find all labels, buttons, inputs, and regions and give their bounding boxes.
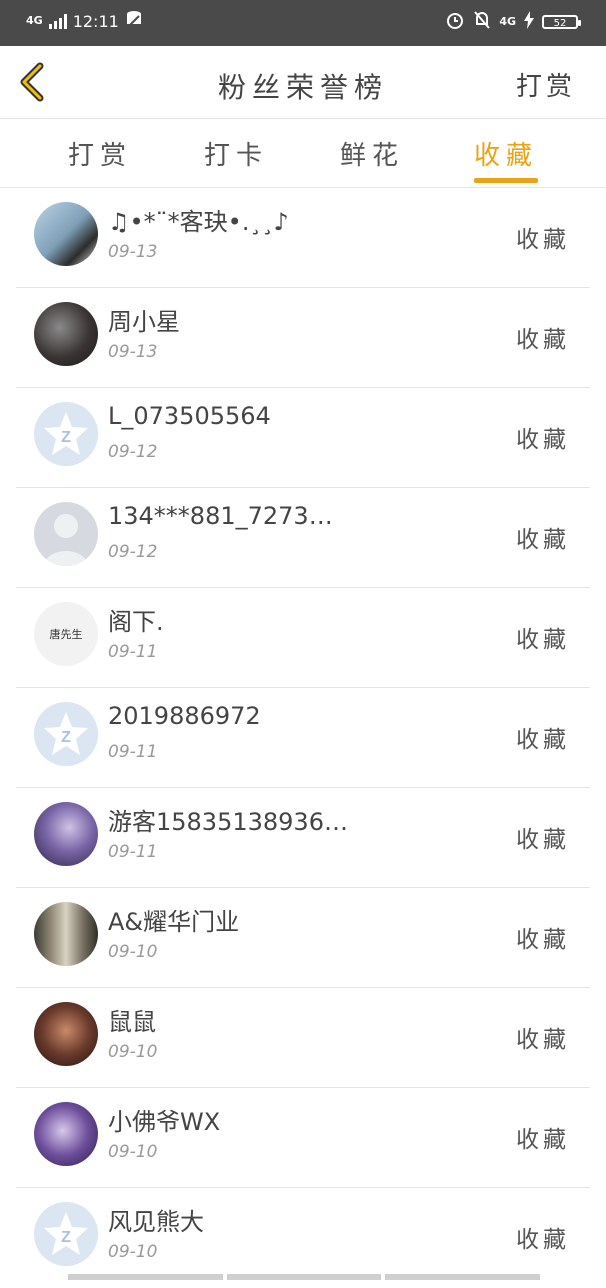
avatar bbox=[34, 502, 98, 566]
reward-button[interactable]: 打赏 bbox=[516, 66, 576, 103]
list-date: 09-10 bbox=[108, 1142, 158, 1162]
tab-checkin[interactable]: 打卡 bbox=[186, 135, 286, 172]
mute-bell-icon bbox=[473, 10, 491, 34]
action-label: 收藏 bbox=[516, 727, 570, 753]
action-label: 收藏 bbox=[516, 827, 570, 853]
list-date: 09-11 bbox=[108, 842, 158, 862]
person-icon bbox=[44, 514, 88, 566]
battery-icon: 52 bbox=[542, 15, 581, 29]
user-name: 游客15835138936… bbox=[108, 808, 348, 836]
list-item[interactable]: 游客15835138936… 09-11 收藏 bbox=[16, 788, 590, 888]
list-date: 09-11 bbox=[108, 642, 158, 662]
list-item[interactable]: 鼠鼠 09-10 收藏 bbox=[16, 988, 590, 1088]
action-label: 收藏 bbox=[516, 927, 570, 953]
avatar bbox=[34, 1002, 98, 1066]
action-label: 收藏 bbox=[516, 327, 570, 353]
avatar bbox=[34, 302, 98, 366]
action-label: 收藏 bbox=[516, 1227, 570, 1253]
signal-icon bbox=[48, 13, 67, 29]
avatar: Z bbox=[34, 702, 98, 766]
user-name: 阁下. bbox=[108, 608, 164, 636]
avatar bbox=[34, 202, 98, 266]
svg-text:Z: Z bbox=[61, 729, 71, 746]
avatar-text: 唐先生 bbox=[49, 628, 83, 641]
action-label: 收藏 bbox=[516, 427, 570, 453]
qq-star-icon: Z bbox=[44, 412, 88, 455]
bottom-edge-strip bbox=[68, 1274, 541, 1280]
avatar: Z bbox=[34, 1202, 98, 1266]
tab-bar: 打赏 打卡 鲜花 收藏 bbox=[0, 118, 606, 188]
user-name: 小佛爷WX bbox=[108, 1108, 221, 1136]
svg-text:Z: Z bbox=[61, 1229, 71, 1246]
avatar: 唐先生 bbox=[34, 602, 98, 666]
avatar bbox=[34, 902, 98, 966]
svg-text:Z: Z bbox=[61, 429, 71, 446]
user-name: L_073505564 bbox=[108, 402, 271, 430]
action-label: 收藏 bbox=[516, 1127, 570, 1153]
user-name: A&耀华门业 bbox=[108, 908, 240, 936]
list-date: 09-12 bbox=[108, 542, 158, 562]
list-date: 09-11 bbox=[108, 742, 158, 762]
tab-flowers[interactable]: 鲜花 bbox=[322, 135, 422, 172]
tab-reward[interactable]: 打赏 bbox=[50, 135, 150, 172]
user-name: 风见熊大 bbox=[108, 1208, 204, 1236]
avatar: Z bbox=[34, 402, 98, 466]
avatar bbox=[34, 1102, 98, 1166]
list-item[interactable]: 134***881_7273… 09-12 收藏 bbox=[16, 488, 590, 588]
status-bar: 4G 12:11 4G 52 bbox=[0, 0, 606, 46]
action-label: 收藏 bbox=[516, 527, 570, 553]
list-item[interactable]: Z L_073505564 09-12 收藏 bbox=[16, 388, 590, 488]
avatar bbox=[34, 802, 98, 866]
list-date: 09-10 bbox=[108, 942, 158, 962]
action-label: 收藏 bbox=[516, 627, 570, 653]
list-item[interactable]: 小佛爷WX 09-10 收藏 bbox=[16, 1088, 590, 1188]
tab-favorites[interactable]: 收藏 bbox=[456, 135, 556, 172]
list-item[interactable]: Z 2019886972 09-11 收藏 bbox=[16, 688, 590, 788]
action-label: 收藏 bbox=[516, 1027, 570, 1053]
clock: 12:11 bbox=[72, 11, 119, 31]
qq-star-icon: Z bbox=[44, 1212, 88, 1255]
app-header: 粉丝荣誉榜 打赏 bbox=[0, 46, 606, 118]
list-item[interactable]: A&耀华门业 09-10 收藏 bbox=[16, 888, 590, 988]
user-name: 134***881_7273… bbox=[108, 502, 333, 530]
list-date: 09-13 bbox=[108, 342, 158, 362]
active-tab-indicator bbox=[474, 178, 538, 183]
charging-icon bbox=[524, 11, 534, 33]
fan-list: ♫•*¨*客玦•.¸¸♪ 09-13 收藏 周小星 09-13 收藏 Z L_0… bbox=[16, 188, 590, 1288]
list-item[interactable]: ♫•*¨*客玦•.¸¸♪ 09-13 收藏 bbox=[16, 188, 590, 288]
user-name: ♫•*¨*客玦•.¸¸♪ bbox=[108, 208, 289, 236]
list-date: 09-12 bbox=[108, 442, 158, 462]
list-date: 09-10 bbox=[108, 1242, 158, 1262]
status-right: 4G 52 bbox=[445, 10, 581, 34]
status-left: 4G 12:11 bbox=[26, 10, 143, 32]
action-label: 收藏 bbox=[516, 227, 570, 253]
alarm-icon bbox=[445, 10, 465, 34]
network-type-left: 4G bbox=[26, 14, 43, 27]
list-item[interactable]: Z 风见熊大 09-10 收藏 bbox=[16, 1188, 590, 1288]
qq-star-icon: Z bbox=[44, 712, 88, 755]
network-type-right: 4G bbox=[499, 15, 516, 28]
user-name: 周小星 bbox=[108, 308, 180, 336]
list-item[interactable]: 唐先生 阁下. 09-11 收藏 bbox=[16, 588, 590, 688]
user-name: 2019886972 bbox=[108, 702, 261, 730]
list-date: 09-13 bbox=[108, 242, 158, 262]
list-item[interactable]: 周小星 09-13 收藏 bbox=[16, 288, 590, 388]
data-saver-icon bbox=[125, 10, 143, 32]
user-name: 鼠鼠 bbox=[108, 1008, 156, 1036]
list-date: 09-10 bbox=[108, 1042, 158, 1062]
